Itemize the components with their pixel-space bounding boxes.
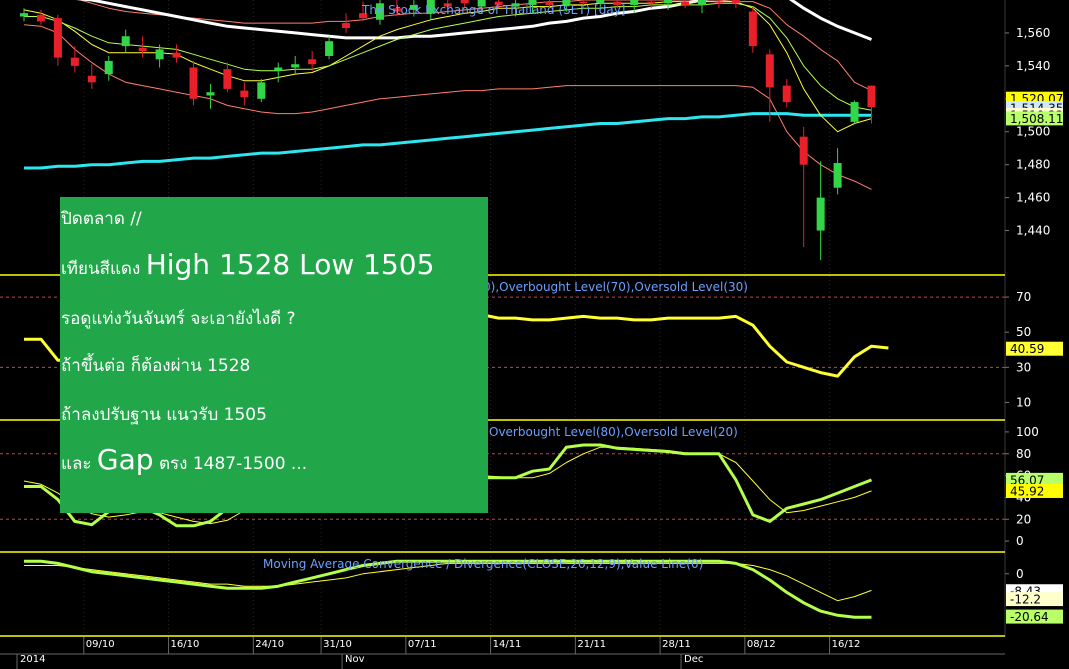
x-tick-label: 07/11 — [408, 639, 437, 650]
candle-body — [172, 52, 181, 58]
candle-body — [36, 14, 45, 22]
year-label: 2014 — [20, 654, 45, 665]
candle-body — [240, 90, 249, 98]
x-axis: 09/10 16/10 24/10 31/10 07/11 14/11 21/11 28/11… — [0, 637, 1069, 669]
annotation-line-3: รอดูแท่งวันจันทร์ จะเอายังไงดี ? — [61, 309, 296, 329]
stochastic-badge-text: 45.92 — [1010, 484, 1044, 498]
candle-body — [121, 36, 130, 47]
x-tick-label: 08/12 — [747, 639, 776, 650]
rsi-panel-label: 0),Overbought Level(70),Oversold Level(3… — [483, 280, 748, 294]
month-label: Nov — [345, 654, 365, 665]
candle-body — [138, 47, 147, 52]
candle-body — [630, 0, 639, 5]
candle-body — [850, 102, 859, 122]
stochastic-axis-tick-label: 0 — [1016, 534, 1024, 548]
x-tick-label: 24/10 — [255, 639, 284, 650]
candle-body — [53, 18, 62, 58]
candle-body — [291, 64, 300, 68]
candle-body — [342, 23, 351, 28]
candle-body — [70, 57, 79, 66]
annotation-line-6: และ Gap ตรง 1487-1500 ... — [61, 443, 307, 477]
candle-body — [714, 1, 723, 4]
candle-body — [782, 85, 791, 103]
stochastic-axis-tick-label: 20 — [1016, 512, 1031, 526]
price-axis-tick-label: 1,460 — [1016, 191, 1050, 205]
price-axis-tick-label: 1,560 — [1016, 26, 1050, 40]
candle-body — [20, 13, 28, 17]
candle-body — [647, 1, 656, 4]
x-axis-background — [0, 637, 1069, 669]
stochastic-axis-tick-label: 100 — [1016, 425, 1039, 439]
candle-body — [104, 60, 113, 75]
candle-body — [748, 11, 757, 47]
stochastic-axis-tick-label: 80 — [1016, 447, 1031, 461]
candle-body — [664, 0, 673, 4]
annotation-line-4: ถ้าขึ้นต่อ ก็ต้องผ่าน 1528 — [61, 356, 251, 376]
candle-body — [816, 197, 825, 231]
candle-body — [87, 75, 96, 83]
candle-body — [867, 85, 876, 108]
annotation-line-2: เทียนสีแดง High 1528 Low 1505 — [61, 248, 434, 282]
candle-body — [206, 92, 215, 96]
annotation-box: ปิดตลาด // เทียนสีแดง High 1528 Low 1505… — [60, 197, 488, 513]
annotation-line-1: ปิดตลาด // — [61, 209, 142, 229]
price-badge-text: 1,508.11 — [1010, 112, 1063, 126]
macd-badge-text: -12.2 — [1010, 593, 1041, 607]
x-tick-label: 09/10 — [86, 639, 115, 650]
candle-body — [274, 67, 283, 71]
rsi-axis-tick-label: 50 — [1016, 325, 1031, 339]
annotation-gap: Gap — [96, 443, 154, 476]
annotation-line-6-suffix: ตรง 1487-1500 ... — [158, 454, 308, 474]
price-axis-tick-label: 1,440 — [1016, 224, 1050, 238]
macd-axis-tick-label: 0 — [1016, 567, 1024, 581]
annotation-high-low: High 1528 Low 1505 — [145, 248, 435, 281]
rsi-axis-tick-label: 70 — [1016, 290, 1031, 304]
annotation-line-6-prefix: และ — [61, 454, 92, 474]
rsi-axis-tick-label: 10 — [1016, 395, 1031, 409]
price-axis-tick-label: 1,500 — [1016, 125, 1050, 139]
candle-body — [833, 163, 842, 188]
price-axis-tick-label: 1,540 — [1016, 59, 1050, 73]
x-tick-label: 21/11 — [577, 639, 606, 650]
annotation-line-2-prefix: เทียนสีแดง — [61, 259, 141, 279]
chart-title: The Stock Exchange of Thailand (SET) [da… — [361, 3, 625, 17]
x-tick-label: 16/10 — [171, 639, 200, 650]
annotation-line-5: ถ้าลงปรับฐาน แนวรับ 1505 — [61, 405, 267, 425]
candle-body — [731, 0, 740, 4]
stochastic-panel-label: Overbought Level(80),Oversold Level(20) — [489, 425, 738, 439]
month-label: Dec — [684, 654, 703, 665]
candle-body — [765, 54, 774, 88]
candle-body — [155, 49, 164, 60]
x-tick-label: 31/10 — [323, 639, 352, 650]
x-tick-label: 28/11 — [662, 639, 691, 650]
candle-body — [698, 0, 706, 5]
candle-body — [189, 67, 198, 99]
candle-body — [325, 41, 334, 56]
candle-body — [799, 136, 808, 165]
macd-panel-label: Moving Average Convergence / Divergence(… — [263, 557, 703, 571]
candle-body — [308, 59, 317, 65]
candle-body — [223, 69, 232, 89]
rsi-axis-tick-label: 30 — [1016, 360, 1031, 374]
macd-badge-text: -20.64 — [1010, 610, 1049, 624]
price-axis-tick-label: 1,480 — [1016, 158, 1050, 172]
candle-body — [257, 82, 266, 99]
x-tick-label: 14/11 — [493, 639, 522, 650]
x-tick-label: 16/12 — [832, 639, 861, 650]
rsi-badge-text: 40.59 — [1010, 342, 1044, 356]
candle-body — [681, 1, 690, 5]
